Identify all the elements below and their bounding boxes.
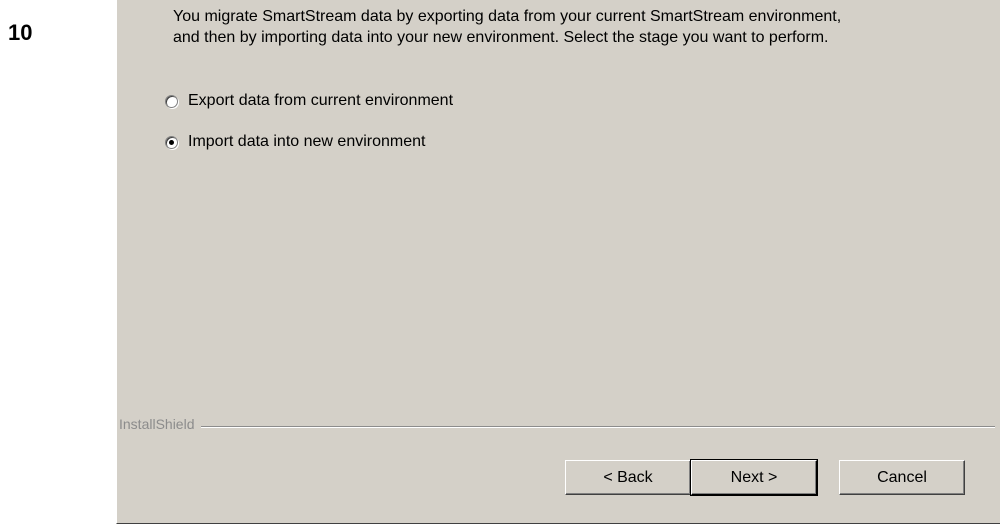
divider-line <box>121 426 995 428</box>
export-option-label[interactable]: Export data from current environment <box>188 92 453 110</box>
instructions-text: You migrate SmartStream data by exportin… <box>173 6 973 48</box>
step-number: 10 <box>8 20 33 45</box>
import-option-radio[interactable]: Import data into new environment <box>165 133 425 151</box>
installshield-divider: InstallShield <box>117 414 1000 434</box>
migration-dialog: You migrate SmartStream data by exportin… <box>116 0 1000 524</box>
radio-dot <box>169 139 174 145</box>
radio-checked-icon[interactable] <box>165 135 178 149</box>
radio-unchecked-icon[interactable] <box>165 94 178 108</box>
back-button[interactable]: < Back <box>565 460 691 495</box>
cancel-button[interactable]: Cancel <box>839 460 965 495</box>
instructions-line-2: and then by importing data into your new… <box>173 29 829 46</box>
export-option-radio[interactable]: Export data from current environment <box>165 92 453 110</box>
instructions-line-1: You migrate SmartStream data by exportin… <box>173 8 842 25</box>
import-option-label[interactable]: Import data into new environment <box>188 133 425 151</box>
next-button[interactable]: Next > <box>690 459 818 496</box>
installshield-label: InstallShield <box>119 416 201 432</box>
